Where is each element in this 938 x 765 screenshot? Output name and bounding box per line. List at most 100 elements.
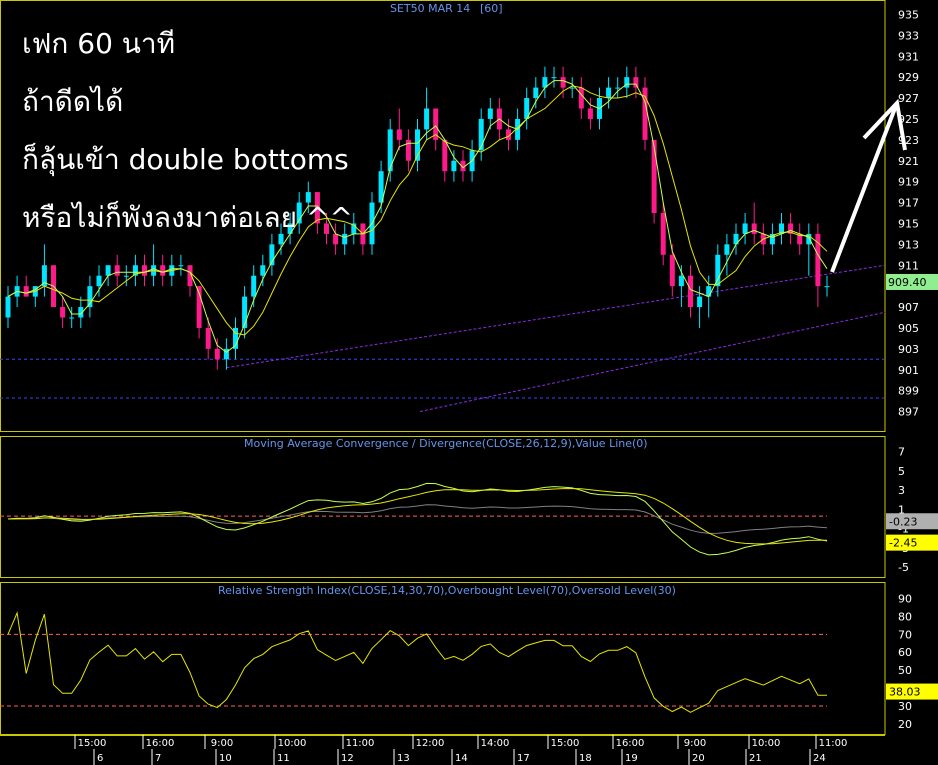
candle-body xyxy=(487,108,493,119)
candle-body xyxy=(160,265,166,276)
time-label: 10:00 xyxy=(278,738,307,749)
price-tick-label: 933 xyxy=(898,29,919,42)
annotation-line-2: ถ้าดีดได้ xyxy=(22,85,124,118)
candle-body xyxy=(824,286,830,288)
candle-body xyxy=(342,233,348,245)
price-tick-label: 913 xyxy=(898,238,919,251)
time-label: 14:00 xyxy=(481,738,510,749)
time-label: 15:00 xyxy=(78,738,107,749)
price-tick-label: 899 xyxy=(898,385,919,398)
candle-body xyxy=(114,265,120,276)
macd-diff-line xyxy=(7,504,828,534)
rsi-title: Relative Strength Index(CLOSE,14,30,70),… xyxy=(218,584,676,597)
candle-body xyxy=(105,265,111,276)
candle-body xyxy=(396,129,402,140)
candle-body xyxy=(60,307,66,318)
price-tick-label: 917 xyxy=(898,197,919,210)
price-tick-label: 905 xyxy=(898,322,919,335)
candle-body xyxy=(333,233,339,245)
trend-line-1 xyxy=(226,264,886,369)
day-label: 14 xyxy=(455,753,468,764)
macd-signal-line xyxy=(7,487,828,545)
chart-title: SET50 MAR 14 xyxy=(390,2,470,15)
day-label: 18 xyxy=(579,753,592,764)
candle-body xyxy=(560,77,566,88)
candle-body xyxy=(96,275,102,287)
candle-body xyxy=(123,275,129,277)
candle-body xyxy=(688,275,693,308)
candle-body xyxy=(678,275,684,287)
candle-body xyxy=(615,87,621,89)
candle-body xyxy=(69,317,75,319)
rsi-tick-label: 70 xyxy=(898,628,912,641)
price-tick-label: 901 xyxy=(898,364,919,377)
rsi-tick-label: 30 xyxy=(898,700,912,713)
day-label: 11 xyxy=(277,753,290,764)
day-label: 10 xyxy=(219,753,232,764)
day-label: 20 xyxy=(692,753,705,764)
candle-body xyxy=(23,286,29,297)
candle-body xyxy=(660,213,666,255)
candle-body xyxy=(751,223,757,234)
panel-frame-2 xyxy=(0,436,886,578)
day-label: 7 xyxy=(155,753,161,764)
candle-body xyxy=(205,327,211,349)
annotation-line-4: หรือไม่ก็พังลงมาต่อเลย ^^ xyxy=(22,201,353,234)
candle-body xyxy=(278,233,284,245)
time-label: 16:00 xyxy=(616,738,645,749)
candle-body xyxy=(587,108,593,119)
candle-body xyxy=(742,223,748,234)
price-tick-label: 897 xyxy=(898,406,919,419)
candle-body xyxy=(451,160,457,172)
candle-body xyxy=(569,87,575,89)
candle-body xyxy=(651,139,657,213)
candle-body xyxy=(724,244,730,255)
price-tick-label: 929 xyxy=(898,71,919,84)
candle-body xyxy=(697,296,703,308)
candle-body xyxy=(142,265,147,276)
day-label: 17 xyxy=(517,753,530,764)
day-label: 21 xyxy=(749,753,762,764)
price-tick-label: 921 xyxy=(898,155,919,168)
price-tick-label: 915 xyxy=(898,217,919,230)
price-tick-label: 931 xyxy=(898,50,919,63)
macd-tick-label: 7 xyxy=(898,446,905,459)
candle-body xyxy=(442,139,448,172)
macd-title: Moving Average Convergence / Divergence(… xyxy=(244,437,648,450)
time-label: 11:00 xyxy=(346,738,375,749)
time-label: 11:00 xyxy=(819,738,848,749)
annotation-line-1: เฟก 60 นาที xyxy=(22,27,176,60)
annotation-arrow-shaft xyxy=(830,102,899,273)
candle-body xyxy=(715,254,721,287)
rsi-tick-label: 20 xyxy=(898,718,912,731)
candle-body xyxy=(178,265,184,267)
day-label: 6 xyxy=(97,753,103,764)
candle-body xyxy=(633,77,639,88)
time-label: 12:00 xyxy=(416,738,445,749)
candle-body xyxy=(578,87,584,109)
candle-body xyxy=(551,77,557,79)
chart-canvas: 9359339319299279259239219199179159139119… xyxy=(0,0,938,765)
rsi-tick-label: 60 xyxy=(898,646,912,659)
macd-tick-label: -5 xyxy=(898,561,909,574)
time-label: 15:00 xyxy=(551,738,580,749)
day-label: 12 xyxy=(341,753,354,764)
time-label: 9:00 xyxy=(684,738,706,749)
candle-body xyxy=(251,275,257,297)
price-tick-label: 919 xyxy=(898,176,919,189)
day-label: 24 xyxy=(813,753,826,764)
price-tick-label: 927 xyxy=(898,92,919,105)
rsi-line xyxy=(7,611,827,713)
candle-body xyxy=(606,87,612,99)
price-tick-label: 911 xyxy=(898,259,919,272)
macd-signal-label: -0.23 xyxy=(889,515,917,528)
rsi-tick-label: 90 xyxy=(898,593,912,606)
annotation-line-3: ก็ลุ้นเข้า double bottoms xyxy=(22,143,349,176)
time-label: 9:00 xyxy=(211,738,233,749)
rsi-value-label: 38.03 xyxy=(889,686,921,699)
day-label: 19 xyxy=(625,753,638,764)
rsi-tick-label: 80 xyxy=(898,610,912,623)
candle-body xyxy=(424,108,430,130)
macd-tick-label: 5 xyxy=(898,465,905,478)
candle-body xyxy=(5,296,11,318)
